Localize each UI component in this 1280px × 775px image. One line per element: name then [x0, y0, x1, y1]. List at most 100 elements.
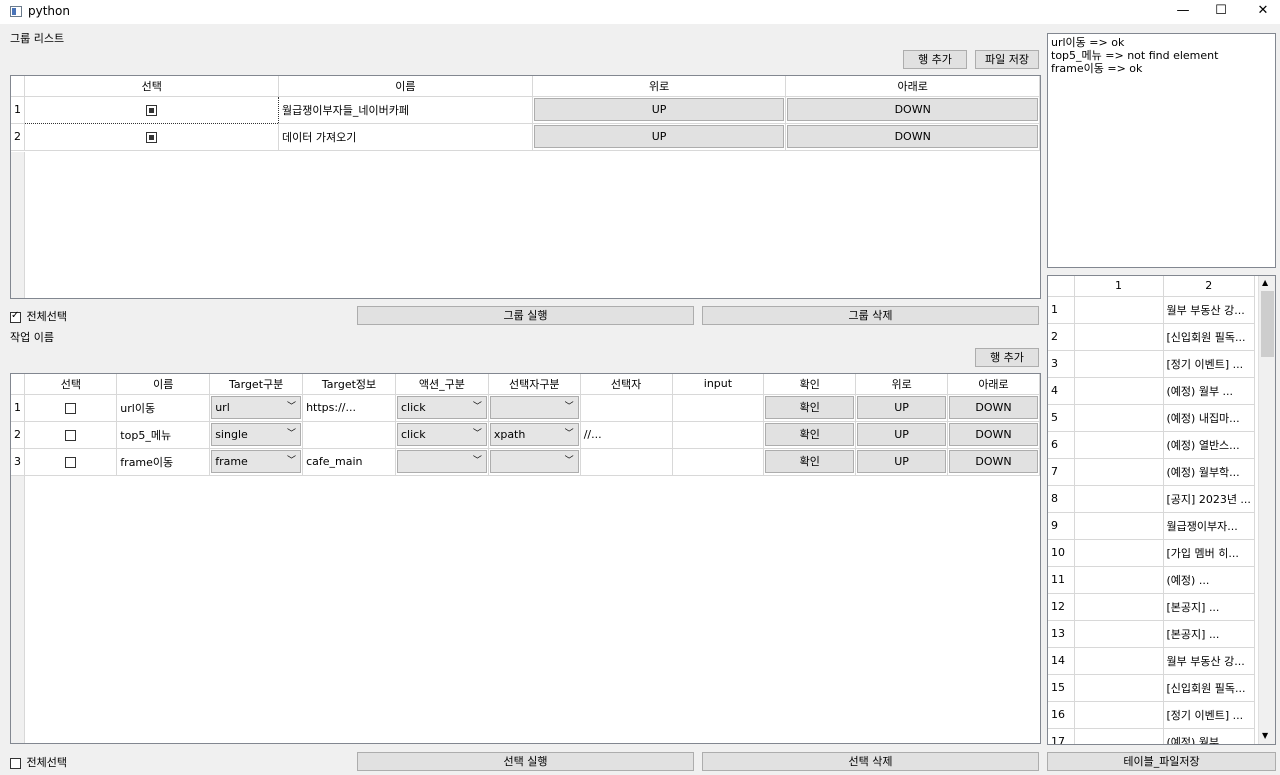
result-cell[interactable]: (예정) ...	[1163, 566, 1255, 594]
confirm-button[interactable]: 확인	[765, 423, 855, 446]
maximize-button[interactable]: ☐	[1198, 0, 1244, 24]
select-cell[interactable]	[24, 95, 280, 124]
group-run-button[interactable]: 그룹 실행	[357, 306, 694, 325]
name-cell[interactable]: 월급쟁이부자들_네이버카페	[278, 96, 533, 124]
input-cell[interactable]	[672, 448, 765, 476]
row-header[interactable]: 9	[1048, 512, 1075, 540]
select-cell[interactable]	[24, 448, 118, 476]
confirm-button[interactable]: 확인	[765, 396, 855, 419]
target-type-select[interactable]: frame ﹀	[211, 450, 302, 473]
column-header[interactable]: 1	[1074, 276, 1164, 297]
row-header[interactable]: 16	[1048, 701, 1075, 729]
result-cell[interactable]: (예정) 월부학...	[1163, 458, 1255, 486]
scroll-thumb[interactable]	[1261, 291, 1274, 357]
row-checkbox[interactable]	[65, 402, 77, 414]
selector-cell[interactable]	[580, 448, 673, 476]
result-cell[interactable]	[1074, 728, 1164, 744]
row-header[interactable]: 1	[11, 96, 26, 124]
result-cell[interactable]	[1074, 404, 1164, 432]
column-header[interactable]: 2	[1163, 276, 1255, 297]
column-header[interactable]: 아래로	[947, 374, 1040, 395]
column-header[interactable]: 선택	[24, 374, 118, 395]
save-file-button[interactable]: 파일 저장	[975, 50, 1039, 69]
scroll-up-icon[interactable]: ▲	[1262, 278, 1268, 287]
row-header[interactable]: 4	[1048, 377, 1075, 405]
up-button[interactable]: UP	[857, 450, 946, 473]
scroll-down-icon[interactable]: ▼	[1262, 731, 1268, 740]
action-select[interactable]: click ﹀	[396, 423, 487, 446]
action-select[interactable]: ﹀	[396, 450, 487, 473]
result-cell[interactable]	[1074, 296, 1164, 324]
result-cell[interactable]	[1074, 566, 1164, 594]
select-all-checkbox[interactable]	[10, 757, 21, 769]
up-button[interactable]: UP	[857, 396, 946, 419]
target-type-select[interactable]: single ﹀	[211, 423, 302, 446]
name-cell[interactable]: url이동	[116, 394, 211, 422]
group-delete-button[interactable]: 그룹 삭제	[702, 306, 1039, 325]
up-button[interactable]: UP	[533, 125, 785, 148]
up-button[interactable]: UP	[857, 423, 946, 446]
result-cell[interactable]: 월부 부동산 강...	[1163, 647, 1255, 675]
row-header[interactable]: 17	[1048, 728, 1075, 744]
result-cell[interactable]	[1074, 647, 1164, 675]
column-header[interactable]: 이름	[278, 76, 533, 97]
row-checkbox[interactable]	[146, 131, 158, 143]
column-header[interactable]: 위로	[532, 76, 787, 97]
down-button[interactable]: DOWN	[787, 98, 1038, 121]
select-cell[interactable]	[24, 421, 118, 449]
row-header[interactable]: 10	[1048, 539, 1075, 567]
select-all-checkbox[interactable]	[10, 310, 21, 323]
result-cell[interactable]: [본공지] ...	[1163, 593, 1255, 621]
selected-delete-button[interactable]: 선택 삭제	[702, 752, 1039, 771]
result-cell[interactable]: [정기 이벤트] ...	[1163, 350, 1255, 378]
row-header[interactable]: 5	[1048, 404, 1075, 432]
confirm-button[interactable]: 확인	[765, 450, 855, 473]
target-info-cell[interactable]: https://...	[302, 394, 396, 422]
name-cell[interactable]: top5_메뉴	[116, 421, 211, 449]
result-cell[interactable]: [신입회원 필독...	[1163, 323, 1255, 351]
row-header[interactable]: 8	[1048, 485, 1075, 513]
column-header[interactable]: 선택자구분	[488, 374, 581, 395]
result-cell[interactable]	[1074, 323, 1164, 351]
result-cell[interactable]	[1074, 539, 1164, 567]
column-header[interactable]: 선택자	[580, 374, 673, 395]
selector-type-select[interactable]: xpath ﹀	[489, 423, 579, 446]
log-textbox[interactable]: url이동 => ok top5_메뉴 => not find element …	[1047, 33, 1276, 268]
selected-run-button[interactable]: 선택 실행	[357, 752, 694, 771]
down-button[interactable]: DOWN	[787, 125, 1038, 148]
result-cell[interactable]: 월부 부동산 강...	[1163, 296, 1255, 324]
row-header[interactable]: 3	[1048, 350, 1075, 378]
result-cell[interactable]: (예정) 열반스...	[1163, 431, 1255, 459]
row-header[interactable]: 15	[1048, 674, 1075, 702]
column-header[interactable]: input	[672, 374, 765, 395]
result-cell[interactable]	[1074, 350, 1164, 378]
result-cell[interactable]: [공지] 2023년 ...	[1163, 485, 1255, 513]
vertical-scrollbar[interactable]: ▲ ▼	[1258, 276, 1275, 744]
result-cell[interactable]: [가입 멤버 히...	[1163, 539, 1255, 567]
selector-type-select[interactable]: ﹀	[489, 450, 579, 473]
row-header[interactable]: 13	[1048, 620, 1075, 648]
column-header[interactable]: 이름	[116, 374, 211, 395]
name-cell[interactable]: 데이터 가져오기	[278, 123, 533, 151]
result-cell[interactable]: (예정) 월부 ...	[1163, 728, 1255, 744]
result-cell[interactable]	[1074, 620, 1164, 648]
group-select-all[interactable]: 전체선택	[10, 308, 67, 324]
target-info-cell[interactable]: cafe_main	[302, 448, 396, 476]
column-header[interactable]: 위로	[855, 374, 948, 395]
result-cell[interactable]	[1074, 377, 1164, 405]
column-header[interactable]: 확인	[763, 374, 857, 395]
row-header[interactable]: 1	[11, 394, 26, 422]
selector-type-select[interactable]: ﹀	[489, 396, 579, 419]
result-cell[interactable]: (예정) 내집마...	[1163, 404, 1255, 432]
task-add-row-button[interactable]: 행 추가	[975, 348, 1039, 367]
row-header[interactable]: 1	[1048, 296, 1075, 324]
up-button[interactable]: UP	[533, 98, 785, 121]
result-cell[interactable]	[1074, 431, 1164, 459]
column-header[interactable]: 액션_구분	[395, 374, 489, 395]
column-header[interactable]: Target구분	[209, 374, 304, 395]
row-header[interactable]: 3	[11, 448, 26, 476]
down-button[interactable]: DOWN	[949, 450, 1038, 473]
result-cell[interactable]: [정기 이벤트] ...	[1163, 701, 1255, 729]
row-header[interactable]: 7	[1048, 458, 1075, 486]
row-checkbox[interactable]	[146, 104, 158, 116]
